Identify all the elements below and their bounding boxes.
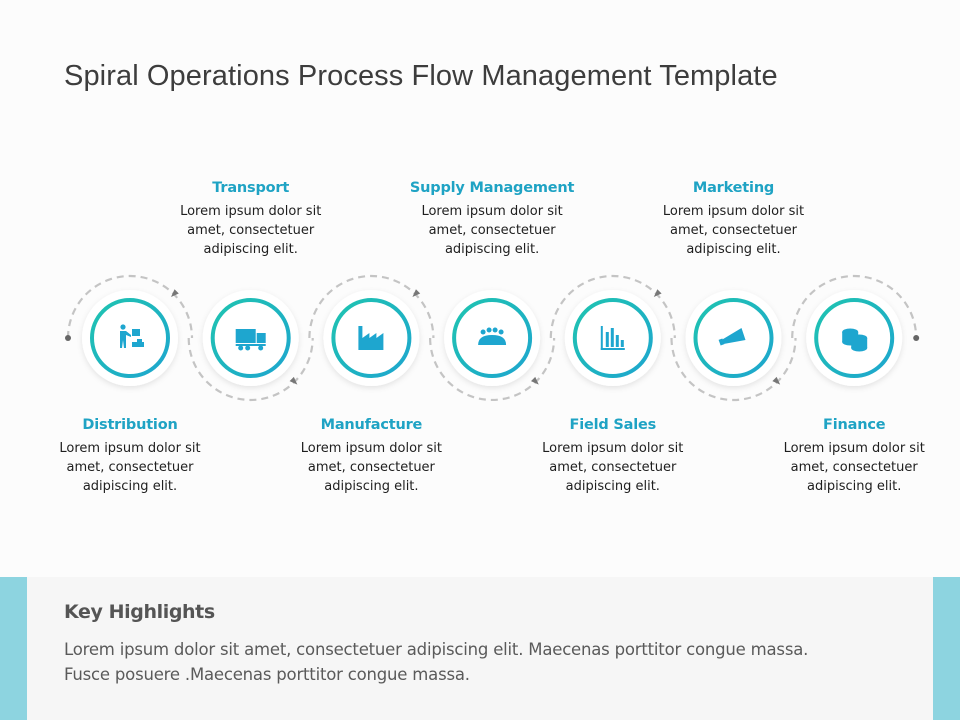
step-description: Lorem ipsum dolor sit amet, consectetuer a… (513, 439, 713, 496)
step-label: Field Sales Lorem ipsum dolor sit amet, co… (513, 417, 713, 496)
step-description-line: amet, consectetuer (549, 460, 677, 475)
step-description-line: Lorem ipsum dolor sit (542, 441, 684, 456)
step-description: Lorem ipsum dolor sit amet, consectetuer a… (754, 439, 954, 496)
left-accent-bar (0, 577, 27, 720)
step-node-transport (202, 290, 299, 386)
step-description-line: Lorem ipsum dolor sit (59, 441, 201, 456)
step-description-line: amet, consectetuer (428, 223, 556, 238)
step-label: Manufacture Lorem ipsum dolor sit amet, co… (271, 417, 471, 496)
step-node-supply-management (444, 290, 541, 386)
step-node-distribution (82, 290, 178, 386)
step-description-line: amet, consectetuer (307, 460, 435, 475)
step-description: Lorem ipsum dolor sit amet, consectetuer a… (271, 439, 471, 496)
step-description-line: adipiscing elit. (203, 242, 298, 257)
step-description-line: amet, consectetuer (790, 460, 918, 475)
step-label: Finance Lorem ipsum dolor sit amet, consec… (754, 417, 954, 496)
step-description-line: Lorem ipsum dolor sit (783, 441, 925, 456)
step-description: Lorem ipsum dolor sit amet, consectetuer a… (634, 202, 834, 259)
key-highlights-panel: Key Highlights Lorem ipsum dolor sit ame… (27, 577, 933, 720)
step-title: Manufacture (320, 417, 423, 433)
step-description-line: Lorem ipsum dolor sit (421, 204, 563, 219)
key-highlights-line: Lorem ipsum dolor sit amet, consectetuer… (64, 640, 809, 659)
flow-end-dot (913, 335, 920, 341)
step-node-marketing (685, 290, 782, 386)
step-description-line: adipiscing elit. (444, 242, 540, 257)
step-description-line: adipiscing elit. (807, 479, 902, 494)
step-description: Lorem ipsum dolor sit amet, consectetuer a… (151, 202, 351, 259)
step-title: Supply Management (409, 180, 575, 196)
step-title: Finance (823, 417, 886, 433)
step-title: Distribution (82, 417, 178, 433)
step-title: Transport (212, 180, 290, 196)
step-description-line: adipiscing elit. (565, 479, 660, 494)
step-description-line: Lorem ipsum dolor sit (180, 204, 322, 219)
step-label: Supply Management Lorem ipsum dolor sit am… (392, 180, 592, 259)
right-accent-bar (933, 577, 960, 720)
step-label: Transport Lorem ipsum dolor sit amet, cons… (151, 180, 351, 259)
step-title: Marketing (692, 180, 775, 196)
step-description-line: adipiscing elit. (686, 242, 781, 257)
step-description-line: Lorem ipsum dolor sit (662, 204, 805, 219)
flow-start-dot (65, 335, 71, 341)
step-node-manufacture (323, 290, 420, 386)
step-nodes (82, 290, 903, 386)
step-description-line: adipiscing elit. (82, 479, 178, 494)
step-title: Field Sales (569, 417, 657, 433)
key-highlights-line: Fusce posuere .Maecenas porttitor congue… (64, 665, 470, 684)
node-ring (90, 298, 170, 378)
step-description-line: amet, consectetuer (66, 460, 194, 475)
step-label: Marketing Lorem ipsum dolor sit amet, cons… (634, 180, 834, 259)
step-description-line: amet, consectetuer (669, 223, 798, 238)
step-description-line: Lorem ipsum dolor sit (300, 441, 442, 456)
step-node-field-sales (564, 290, 661, 386)
step-description: Lorem ipsum dolor sit amet, consectetuer a… (30, 439, 230, 496)
step-node-finance (806, 290, 903, 386)
key-highlights-title: Key Highlights (64, 601, 215, 623)
step-description: Lorem ipsum dolor sit amet, consectetuer a… (392, 202, 592, 259)
step-description-line: adipiscing elit. (324, 479, 419, 494)
key-highlights-text: Lorem ipsum dolor sit amet, consectetuer… (64, 637, 924, 687)
step-description-line: amet, consectetuer (187, 223, 315, 238)
step-label: Distribution Lorem ipsum dolor sit amet, c… (30, 417, 230, 496)
